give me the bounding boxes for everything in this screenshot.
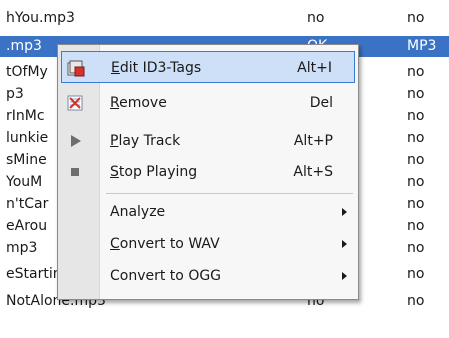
type-cell: no: [407, 152, 425, 168]
menu-item-edit-id3-tags[interactable]: Edit ID3-Tags Alt+I: [61, 51, 355, 83]
menu-item-label: Analyze: [110, 204, 166, 220]
type-cell: no: [407, 130, 425, 146]
type-cell: no: [407, 240, 425, 256]
type-cell: no: [407, 196, 425, 212]
menu-item-remove[interactable]: Remove Del: [61, 87, 355, 119]
menu-item-stop-playing[interactable]: Stop Playing Alt+S: [61, 156, 355, 188]
type-cell: no: [407, 266, 425, 282]
menu-item-analyze[interactable]: Analyze: [61, 196, 355, 228]
menu-item-label: Convert to OGG: [110, 268, 222, 284]
type-cell: no: [407, 293, 425, 309]
type-cell: no: [407, 108, 425, 124]
submenu-arrow-icon: [342, 208, 347, 216]
type-cell: MP3: [407, 38, 437, 54]
table-row[interactable]: hYou.mp3 no no: [0, 8, 449, 29]
menu-item-shortcut: Alt+S: [293, 164, 333, 180]
remove-icon: [65, 93, 85, 113]
submenu-arrow-icon: [342, 272, 347, 280]
type-cell: no: [407, 174, 425, 190]
mnemonic-e: E: [111, 60, 120, 76]
context-menu: Edit ID3-Tags Alt+I Remove Del Play Trac…: [57, 44, 359, 300]
edit-tags-icon: [66, 58, 86, 78]
menu-separator: [106, 193, 353, 194]
menu-item-shortcut: Alt+I: [297, 60, 332, 76]
menu-item-shortcut: Del: [309, 95, 333, 111]
menu-item-label: dit ID3-Tags: [119, 60, 202, 76]
file-name-cell: hYou.mp3: [6, 10, 75, 26]
menu-item-shortcut: Alt+P: [293, 133, 333, 149]
type-cell: no: [407, 10, 425, 26]
menu-item-convert-to-wav[interactable]: Convert to WAV: [61, 228, 355, 260]
status-cell: no: [307, 10, 325, 26]
menu-item-convert-to-ogg[interactable]: Convert to OGG: [61, 260, 355, 292]
type-cell: no: [407, 218, 425, 234]
menu-item-label: onvert to WAV: [119, 236, 220, 252]
menu-item-label: emove: [119, 95, 167, 111]
menu-item-label: top Playing: [118, 164, 198, 180]
type-cell: no: [407, 64, 425, 80]
menu-item-label: lay Track: [118, 133, 181, 149]
play-icon: [65, 131, 85, 151]
type-cell: no: [407, 86, 425, 102]
menu-item-play-track[interactable]: Play Track Alt+P: [61, 125, 355, 157]
submenu-arrow-icon: [342, 240, 347, 248]
stop-icon: [65, 162, 85, 182]
